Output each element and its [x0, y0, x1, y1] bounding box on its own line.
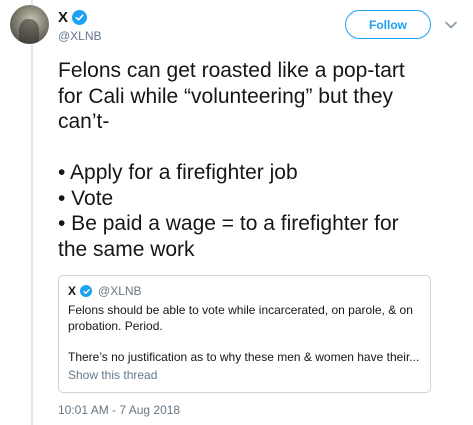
tweet-text-line: Felons can get roasted like a pop-tart	[58, 59, 405, 82]
verified-badge-icon	[80, 285, 93, 297]
author-name-row[interactable]: X	[58, 9, 88, 26]
author-handle[interactable]: @XLNB	[58, 29, 102, 43]
verified-badge-icon	[72, 10, 88, 25]
tweet-text-line: • Be paid a wage = to a firefighter for	[58, 212, 399, 235]
avatar[interactable]	[10, 5, 49, 44]
quoted-author-handle: @XLNB	[98, 284, 142, 298]
quoted-tweet-header: X @XLNB	[68, 284, 142, 298]
quoted-tweet-card[interactable]: X @XLNB Felons should be able to vote wh…	[58, 275, 431, 393]
tweet-text-line: for Cali while “volunteering” but they	[58, 84, 393, 108]
show-thread-link[interactable]: Show this thread	[68, 368, 157, 382]
quoted-text-line: There’s no justification as to why these…	[68, 349, 420, 364]
tweet-timestamp[interactable]: 10:01 AM - 7 Aug 2018	[58, 403, 180, 417]
author-display-name[interactable]: X	[58, 9, 68, 26]
quoted-tweet-text: Felons should be able to vote while inca…	[68, 303, 428, 365]
quoted-text-line: probation. Period.	[68, 318, 163, 333]
tweet-text-line: • Vote	[58, 186, 114, 210]
quoted-author-display-name: X	[68, 284, 77, 298]
chevron-down-icon[interactable]	[445, 16, 457, 34]
follow-button[interactable]: Follow	[345, 10, 431, 39]
tweet-text-line: • Apply for a firefighter job	[58, 161, 298, 184]
tweet-text: Felons can get roasted like a pop-tart f…	[58, 58, 468, 262]
tweet-text-line: the same work	[58, 237, 195, 261]
thread-connector-line	[31, 0, 33, 425]
quoted-text-line: Felons should be able to vote while inca…	[68, 303, 413, 317]
tweet-text-line: can’t-	[58, 110, 110, 133]
